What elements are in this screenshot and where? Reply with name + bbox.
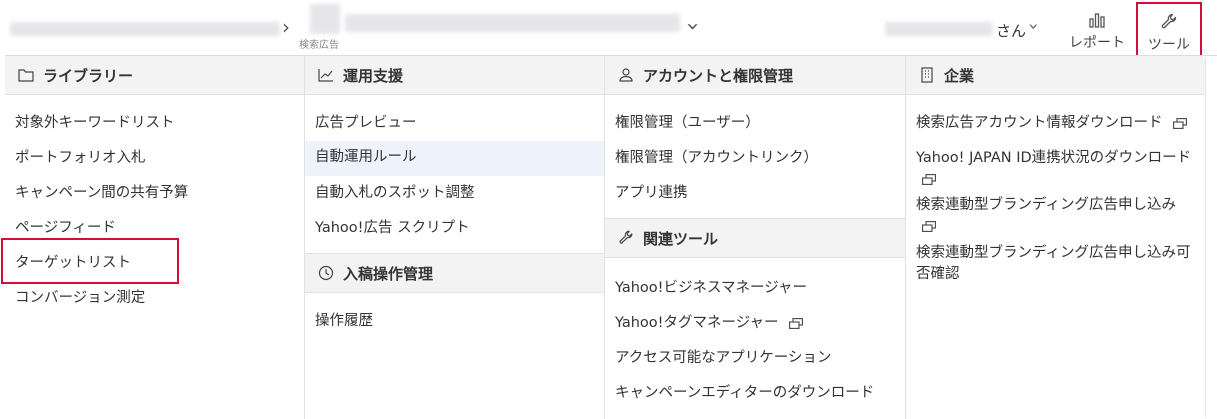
user-suffix[interactable]: さん <box>996 20 1026 41</box>
bar-chart-icon <box>1066 10 1128 32</box>
menu-item-accessible-apps[interactable]: アクセス可能なアプリケーション <box>605 348 906 383</box>
menu-item-business-manager[interactable]: Yahoo!ビジネスマネージャー <box>605 278 906 313</box>
menu-item-spot-bid-adjustment[interactable]: 自動入札のスポット調整 <box>305 183 605 218</box>
menu-item-account-info-download-label: 検索広告アカウント情報ダウンロード <box>916 115 1163 131</box>
menu-item-ads-script[interactable]: Yahoo!広告 スクリプト <box>305 218 605 253</box>
menu-item-campaign-editor-download[interactable]: キャンペーンエディターのダウンロード <box>605 383 906 418</box>
column-company: 企業 検索広告アカウント情報ダウンロード Yahoo! JAPAN ID連携状況… <box>905 56 1206 419</box>
wrench-icon <box>617 229 635 247</box>
wrench-icon <box>1138 12 1200 34</box>
menu-item-conversion-tracking[interactable]: コンバージョン測定 <box>5 288 304 323</box>
menu-item-id-linkage-download-label: Yahoo! JAPAN ID連携状況のダウンロード <box>916 150 1192 166</box>
menu-item-operation-history[interactable]: 操作履歴 <box>305 311 605 346</box>
section-related-tools-title: 関連ツール <box>643 229 719 248</box>
menu-item-automated-rules[interactable]: 自動運用ルール <box>305 141 605 176</box>
menu-item-account-info-download[interactable]: 検索広告アカウント情報ダウンロード <box>906 113 1206 148</box>
tool-label: ツール <box>1148 37 1190 53</box>
section-upload-history-title: 入稿操作管理 <box>343 264 434 283</box>
external-window-icon <box>1173 117 1188 129</box>
user-icon <box>617 66 635 84</box>
folder-icon <box>17 66 35 84</box>
menu-item-tag-manager-label: Yahoo!タグマネージャー <box>615 315 779 331</box>
column-operation-support-title: 運用支援 <box>343 66 404 85</box>
column-company-title: 企業 <box>944 66 975 85</box>
target-list-highlight <box>1 238 179 284</box>
account-blurred-a <box>310 4 340 34</box>
underlying-page-edge <box>1205 60 1217 418</box>
menu-item-negative-keyword-list[interactable]: 対象外キーワードリスト <box>5 113 304 148</box>
chevron-right-icon: › <box>282 15 290 39</box>
menu-item-user-permissions[interactable]: 権限管理（ユーザー） <box>605 113 906 148</box>
report-label: レポート <box>1069 35 1125 51</box>
menu-item-portfolio-bidding[interactable]: ポートフォリオ入札 <box>5 148 304 183</box>
column-account-permissions-header: アカウントと権限管理 <box>605 56 906 95</box>
column-operation-support: 運用支援 広告プレビュー 自動運用ルール 自動入札のスポット調整 Yahoo!広… <box>304 56 605 419</box>
building-icon <box>918 66 936 84</box>
account-name-blurred[interactable] <box>345 14 680 32</box>
top-bar: › 検索広告 › さん › レポート ツール <box>0 0 1217 60</box>
menu-item-branding-ad-apply-label: 検索連動型ブランディング広告申し込み <box>916 197 1176 213</box>
menu-item-automated-rules-label: 自動運用ルール <box>315 149 417 165</box>
external-window-icon <box>922 173 936 185</box>
column-company-header: 企業 <box>906 56 1206 95</box>
menu-item-branding-ad-eligibility[interactable]: 検索連動型ブランディング広告申し込み可否確認 <box>906 243 1206 287</box>
menu-item-account-link-permissions[interactable]: 権限管理（アカウントリンク） <box>605 148 906 183</box>
column-operation-support-header: 運用支援 <box>305 56 605 95</box>
section-related-tools-header: 関連ツール <box>605 218 906 258</box>
menu-item-shared-budget[interactable]: キャンペーン間の共有予算 <box>5 183 304 218</box>
menu-item-id-linkage-download[interactable]: Yahoo! JAPAN ID連携状況のダウンロード <box>906 148 1206 195</box>
menu-item-app-integration[interactable]: アプリ連携 <box>605 183 906 218</box>
chart-line-icon <box>317 66 335 84</box>
user-name-blurred <box>885 22 993 36</box>
breadcrumb-blurred[interactable] <box>10 22 280 36</box>
column-account-permissions: アカウントと権限管理 権限管理（ユーザー） 権限管理（アカウントリンク） アプリ… <box>604 56 906 419</box>
menu-item-tag-manager[interactable]: Yahoo!タグマネージャー <box>605 313 906 348</box>
user-chevron-down-icon[interactable]: › <box>1023 23 1044 30</box>
tool-button[interactable]: ツール <box>1136 2 1202 60</box>
column-account-permissions-title: アカウントと権限管理 <box>643 66 794 85</box>
menu-item-branding-ad-apply[interactable]: 検索連動型ブランディング広告申し込み <box>906 195 1206 243</box>
column-library-title: ライブラリー <box>43 66 134 85</box>
report-button[interactable]: レポート <box>1066 10 1128 52</box>
external-window-icon <box>789 317 804 329</box>
account-chevron-down-icon[interactable]: › <box>680 22 705 31</box>
external-window-icon <box>922 220 936 232</box>
tool-menu-panel: ライブラリー 対象外キーワードリスト ポートフォリオ入札 キャンペーン間の共有予… <box>5 55 1217 419</box>
history-icon <box>317 264 335 282</box>
account-sub-label: 検索広告 <box>299 40 339 51</box>
section-upload-history-header: 入稿操作管理 <box>305 253 605 293</box>
column-library-header: ライブラリー <box>5 56 304 95</box>
